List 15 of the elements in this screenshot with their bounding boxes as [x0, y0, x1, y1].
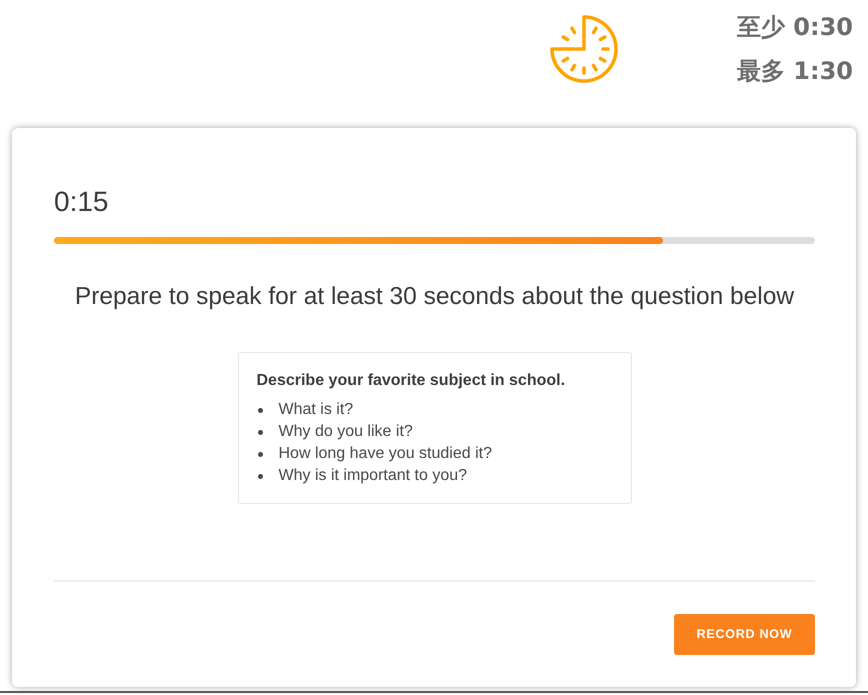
question-point: Why is it important to you? [278, 466, 468, 486]
record-button[interactable]: RECORD NOW [674, 614, 815, 655]
timer-icon [548, 14, 619, 84]
time-limit-text: 最多 1:30 [736, 56, 853, 86]
question-point: How long have you studied it? [278, 444, 492, 464]
question-point: What is it? [278, 400, 354, 420]
time-limit-text: 至少 0:30 [736, 12, 853, 42]
prompt-text: Prepare to speak for at least 30 seconds about the question below [74, 282, 794, 312]
bullet-icon [258, 474, 262, 478]
bullet-icon [258, 408, 262, 412]
bullet-icon [258, 430, 262, 434]
elapsed-time: 0:15 [54, 185, 108, 219]
bullet-icon [258, 452, 262, 456]
question-point: Why do you like it? [278, 422, 413, 442]
question-title: Describe your favorite subject in school. [256, 371, 566, 391]
